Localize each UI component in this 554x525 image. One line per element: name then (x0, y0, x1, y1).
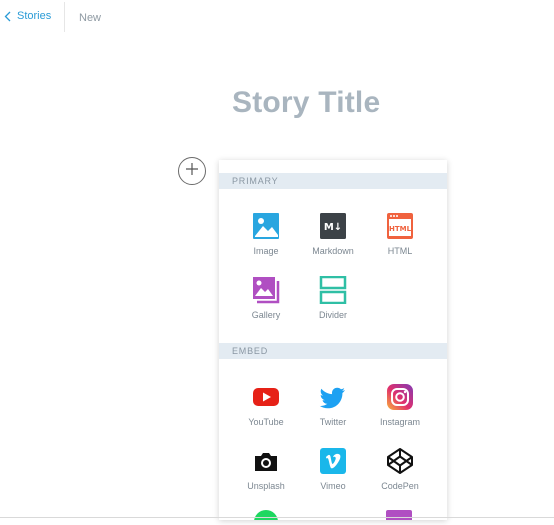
insert-image-card[interactable]: Image (233, 212, 299, 256)
insert-divider-card[interactable]: Divider (300, 276, 366, 320)
gallery-icon (252, 276, 280, 304)
gallery-label: Gallery (251, 310, 281, 320)
insert-codepen-card[interactable]: CodePen (367, 447, 433, 491)
image-icon (252, 212, 280, 240)
svg-text:HTML: HTML (389, 225, 412, 233)
html-icon: HTML (386, 212, 414, 240)
insert-unsplash-card[interactable]: Unsplash (233, 447, 299, 491)
markdown-icon: M↓ (319, 212, 347, 240)
media-icon[interactable] (386, 510, 412, 520)
insert-markdown-card[interactable]: M↓ Markdown (300, 212, 366, 256)
vimeo-icon (319, 447, 347, 475)
instagram-icon (386, 383, 414, 411)
header-divider (64, 2, 65, 32)
insert-gallery-card[interactable]: Gallery (233, 276, 299, 320)
divider-icon (319, 276, 347, 304)
back-label: Stories (17, 10, 52, 22)
plus-icon (185, 162, 199, 181)
chevron-left-icon (4, 11, 11, 22)
svg-text:M↓: M↓ (324, 222, 342, 233)
insert-instagram-card[interactable]: Instagram (367, 383, 433, 427)
add-card-button[interactable] (178, 157, 206, 185)
insert-twitter-card[interactable]: Twitter (300, 383, 366, 427)
vimeo-label: Vimeo (320, 481, 346, 491)
insert-youtube-card[interactable]: YouTube (233, 383, 299, 427)
divider-label: Divider (318, 310, 347, 320)
youtube-label: YouTube (248, 417, 284, 427)
primary-section-heading: PRIMARY (219, 173, 447, 189)
page-bottom-border (0, 517, 554, 518)
html-label: HTML (387, 246, 413, 256)
markdown-label: Markdown (312, 246, 354, 256)
story-title[interactable]: Story Title (232, 86, 380, 120)
image-label: Image (253, 246, 279, 256)
back-to-stories-link[interactable]: Stories (4, 10, 51, 22)
status-label: New (79, 12, 102, 24)
top-bar: Stories New (0, 0, 554, 34)
unsplash-icon (252, 447, 280, 475)
codepen-icon (386, 447, 414, 475)
twitter-label: Twitter (319, 417, 347, 427)
youtube-icon (252, 383, 280, 411)
insert-vimeo-card[interactable]: Vimeo (300, 447, 366, 491)
codepen-label: CodePen (381, 481, 419, 491)
unsplash-label: Unsplash (247, 481, 285, 491)
spotify-icon[interactable] (254, 510, 278, 520)
card-inserter-menu: PRIMARY Image M↓ Markdown HTML HTML Gall… (219, 160, 447, 520)
instagram-label: Instagram (379, 417, 421, 427)
twitter-icon (319, 383, 347, 411)
embed-section-heading: EMBED (219, 343, 447, 359)
insert-html-card[interactable]: HTML HTML (367, 212, 433, 256)
